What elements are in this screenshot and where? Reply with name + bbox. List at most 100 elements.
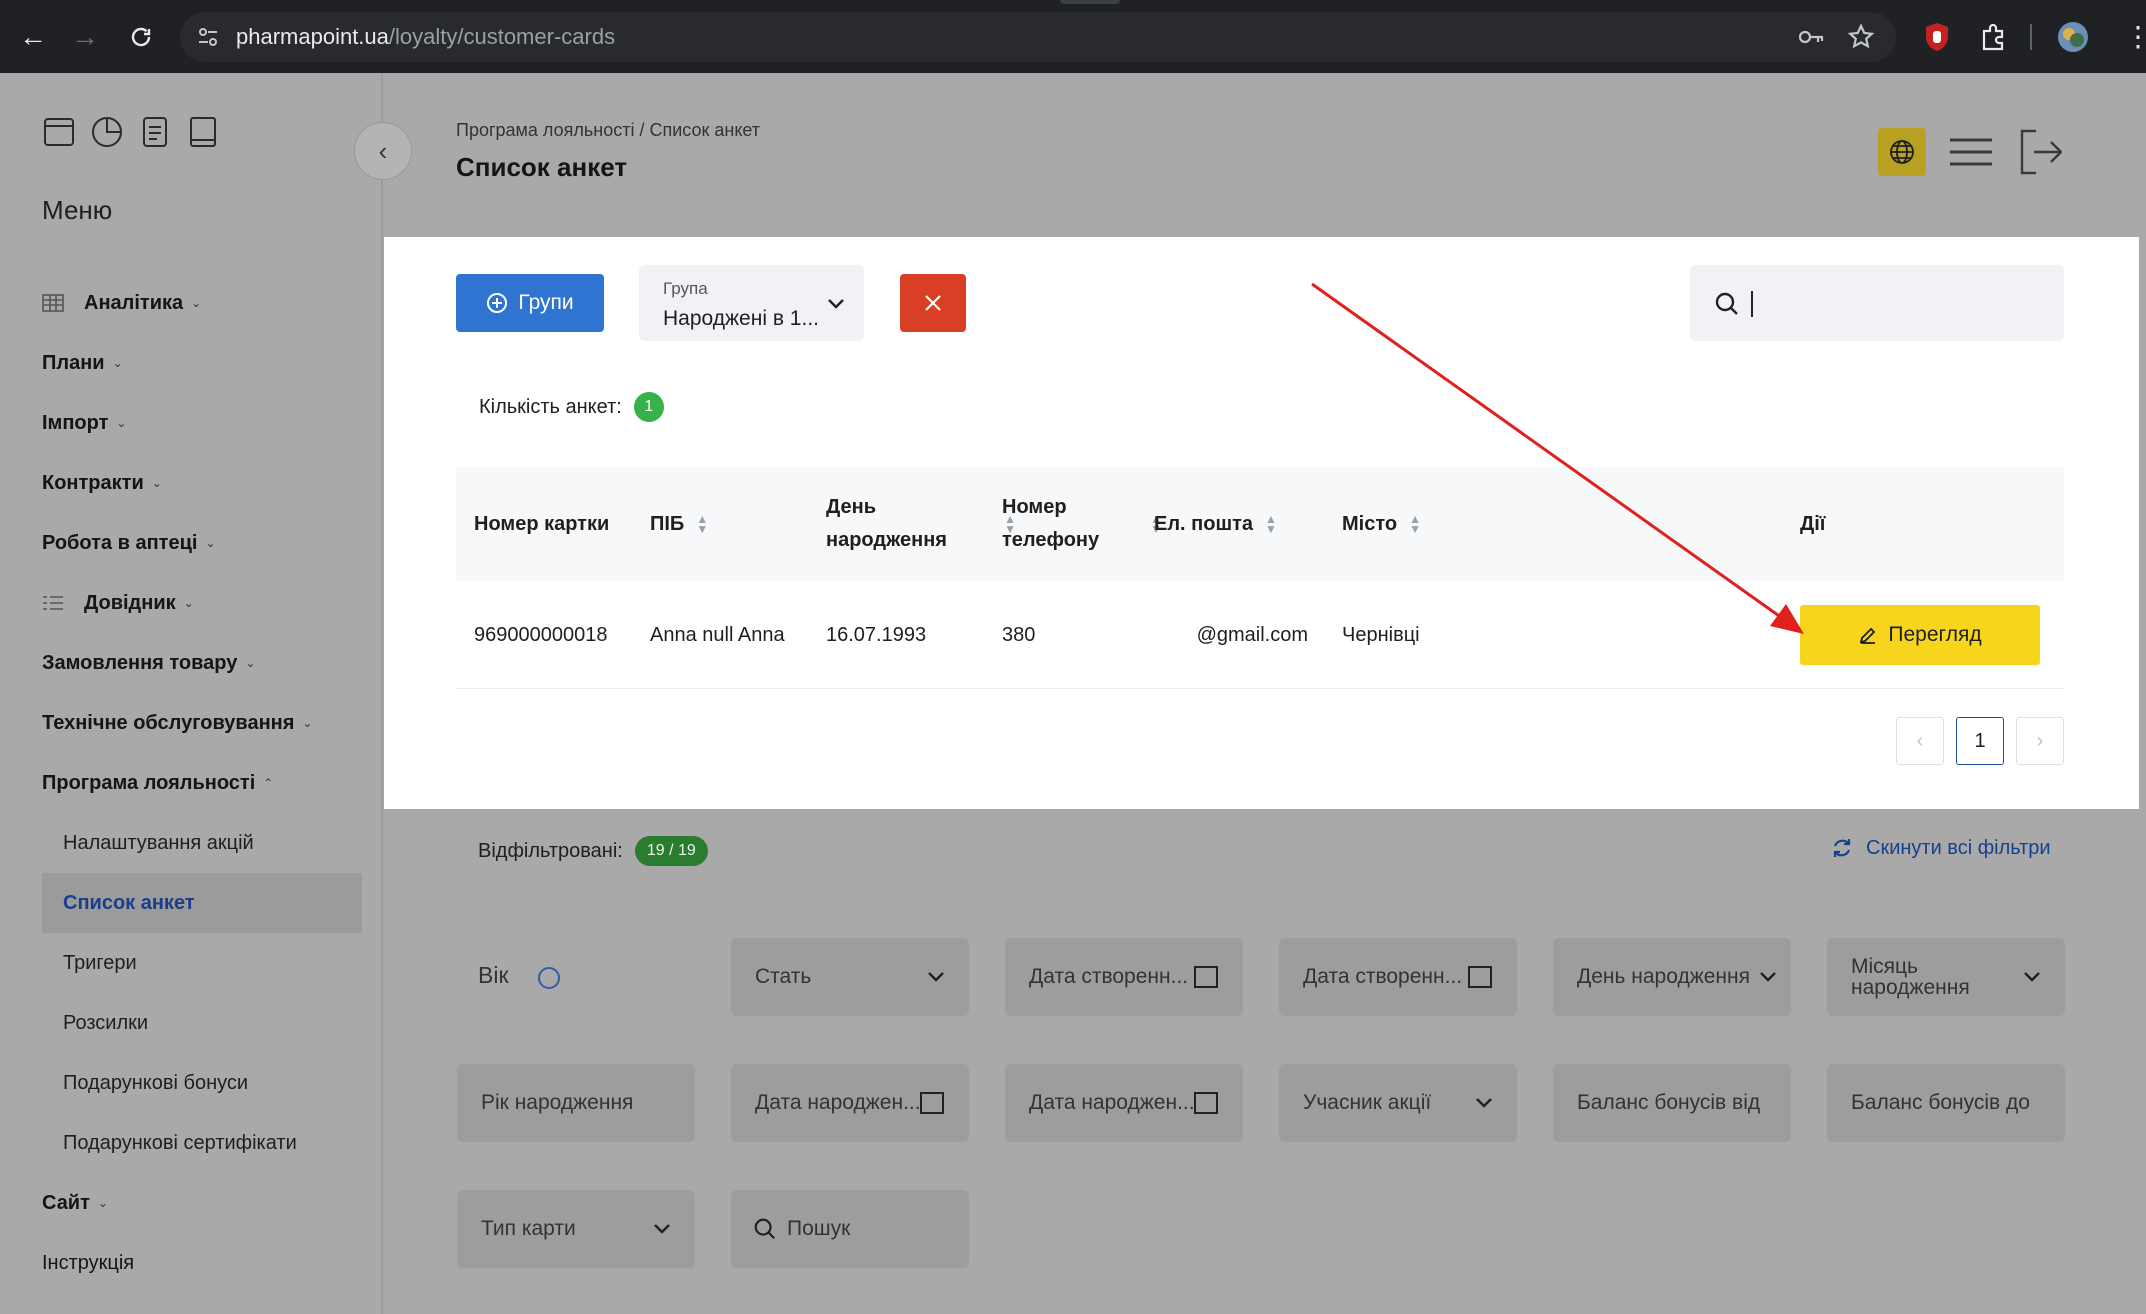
text-caret [1751,291,1753,317]
chevron-down-icon: ⌄ [245,656,256,670]
filtered-badge: 19 / 19 [634,836,708,866]
sidebar-item-import[interactable]: Імпорт ⌄ [42,393,362,453]
calendar-icon [1468,966,1492,988]
sidebar-subitem-mailings[interactable]: Розсилки [42,993,362,1053]
group-select[interactable]: Група Народжені в 1... [639,265,864,341]
sort-icon[interactable]: ▲ ▼ [696,513,708,535]
clear-group-button[interactable] [900,274,966,332]
questionnaire-count: Кількість анкет: 1 [479,392,664,422]
extensions-puzzle-icon[interactable] [1976,20,2010,54]
logout-icon[interactable] [2018,128,2062,176]
bookmark-star-icon[interactable] [1846,22,1876,52]
reset-filters-link[interactable]: Скинути всі фільтри [1830,836,2051,860]
filter-card-type-select[interactable]: Тип карти [457,1190,695,1268]
back-arrow-icon[interactable]: ← [14,18,52,56]
filter-birth-date-to[interactable]: Дата народжен... [1005,1064,1243,1142]
toolbar-divider [2030,24,2032,50]
sidebar-subitem-questionnaires[interactable]: Список анкет [42,873,362,933]
chevron-down-icon: ⌄ [183,596,194,610]
filter-search-button[interactable]: Пошук [731,1190,969,1268]
sidebar-subitem-promo-settings[interactable]: Налаштування акцій [42,813,362,873]
cell-city: Чернівці [1342,623,1420,646]
column-header-birthday[interactable]: День народження ▲ ▼ [826,467,1016,581]
cell-birthday: 16.07.1993 [826,623,927,646]
sidebar-collapse-button[interactable]: ‹ [354,122,412,180]
sidebar-item-orders[interactable]: Замовлення товару ⌄ [42,633,362,693]
count-badge: 1 [633,392,664,422]
book-icon[interactable] [186,115,220,149]
hamburger-menu-icon[interactable] [1948,134,1994,170]
age-filter-label: Вік [478,962,509,988]
filter-promo-participant-select[interactable]: Учасник акції [1279,1064,1517,1142]
cell-name: Anna null Anna [650,623,785,646]
forward-arrow-icon[interactable]: → [66,18,104,56]
page-button-current[interactable]: 1 [1956,717,2004,765]
reload-icon[interactable] [122,18,160,56]
sidebar-subitem-gift-certificates[interactable]: Подарункові сертифікати [42,1113,362,1173]
column-header-card: Номер картки [474,512,610,535]
browser-toolbar: ← → pharmapoint.ua/loyalty/customer-card… [0,0,2146,73]
list-icon [43,596,63,610]
browser-menu-icon[interactable]: ⋮ [2124,20,2146,54]
sidebar-subitem-triggers[interactable]: Тригери [42,933,362,993]
filter-birth-month-select[interactable]: Місяць народження [1827,938,2065,1016]
address-bar[interactable]: pharmapoint.ua/loyalty/customer-cards [180,12,1896,62]
profile-avatar-icon[interactable] [2056,20,2090,54]
archive-box-icon[interactable] [42,115,76,149]
prev-page-button[interactable]: ‹ [1896,717,1944,765]
column-header-phone[interactable]: Номер телефону ▲ ▼ [1002,467,1162,581]
chevron-down-icon [827,293,845,316]
calendar-icon [1194,1092,1218,1114]
chevron-down-icon [927,967,945,988]
sidebar-item-contracts[interactable]: Контракти ⌄ [42,453,362,513]
sort-icon[interactable]: ▲ ▼ [1409,513,1421,535]
url-text[interactable]: pharmapoint.ua/loyalty/customer-cards [236,24,615,50]
extension-shield-icon[interactable] [1920,20,1954,54]
search-input[interactable] [1690,265,2064,341]
questionnaires-card: Групи Група Народжені в 1... Кількість а… [384,237,2139,809]
filter-birth-date-from[interactable]: Дата народжен... [731,1064,969,1142]
breadcrumb: Програма лояльності / Список анкет [456,120,761,140]
filter-bonus-balance-from[interactable]: Баланс бонусів від [1553,1064,1791,1142]
groups-button[interactable]: Групи [456,274,604,332]
view-button[interactable]: Перегляд [1800,605,2040,665]
site-settings-icon[interactable] [194,23,222,51]
document-icon[interactable] [138,115,172,149]
sidebar-subitem-gift-bonuses[interactable]: Подарункові бонуси [42,1053,362,1113]
filter-created-from[interactable]: Дата створенн... [1005,938,1243,1016]
chevron-down-icon [2023,967,2041,988]
sidebar-item-plans[interactable]: Плани ⌄ [42,333,362,393]
filter-birth-day-select[interactable]: День народження [1553,938,1791,1016]
age-filter-toggle[interactable] [538,967,560,989]
chevron-down-icon: ⌄ [205,536,216,550]
password-key-icon[interactable] [1796,22,1826,52]
filter-gender-select[interactable]: Стать [731,938,969,1016]
sidebar-item-maintenance[interactable]: Технічне обслуговування ⌄ [42,693,362,753]
sidebar-item-site[interactable]: Сайт ⌄ [42,1173,362,1233]
sidebar-item-analytics[interactable]: Аналітика ⌄ [42,273,362,333]
sidebar-item-directory[interactable]: Довідник ⌄ [42,573,362,633]
grid-table-icon [42,294,64,312]
cell-email: @gmail.com [1196,623,1308,646]
sidebar-item-loyalty[interactable]: Програма лояльності ⌃ [42,753,362,813]
search-icon [754,1218,776,1240]
chevron-down-icon: ⌄ [112,356,123,370]
filter-bonus-balance-to[interactable]: Баланс бонусів до [1827,1064,2065,1142]
column-header-email[interactable]: Ел. пошта ▲ ▼ [1154,467,1277,581]
chevron-down-icon [653,1219,671,1240]
filter-birth-year-input[interactable]: Рік народження [457,1064,695,1142]
filter-created-to[interactable]: Дата створенн... [1279,938,1517,1016]
next-page-button[interactable]: › [2016,717,2064,765]
menu-title: Меню [42,195,113,225]
cell-card-number: 969000000018 [474,623,608,646]
cell-phone: 380 [1002,623,1036,646]
sidebar-item-instruction[interactable]: Інструкція [42,1233,362,1293]
language-button[interactable] [1878,128,1926,176]
pie-chart-icon[interactable] [90,115,124,149]
column-header-name[interactable]: ПІБ ▲ ▼ [650,467,708,581]
chevron-up-icon: ⌃ [263,776,274,790]
sidebar-item-pharmacy-work[interactable]: Робота в аптеці ⌄ [42,513,362,573]
column-header-city[interactable]: Місто ▲ ▼ [1342,467,1421,581]
chevron-down-icon [1759,967,1777,988]
sort-icon[interactable]: ▲ ▼ [1265,513,1277,535]
